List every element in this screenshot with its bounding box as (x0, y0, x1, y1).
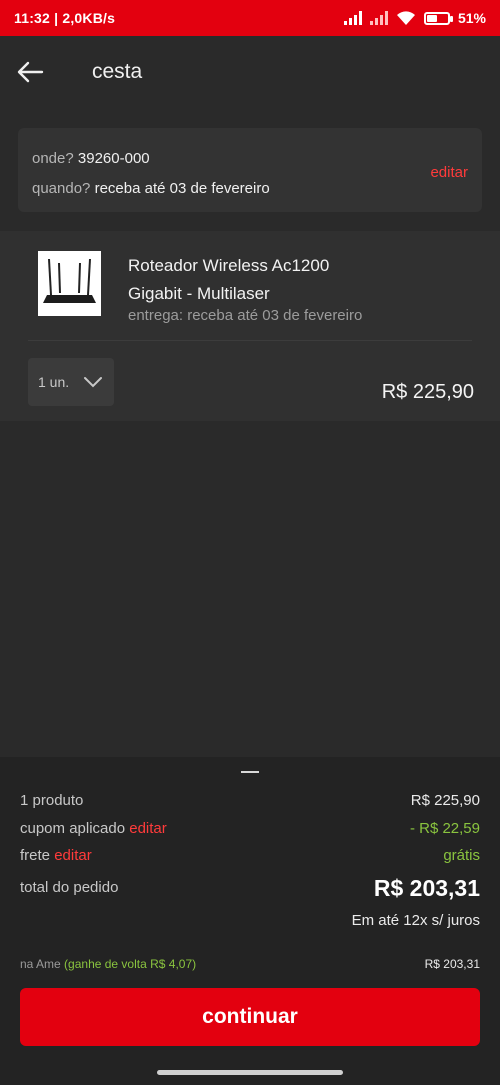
router-icon (38, 251, 101, 316)
product-image[interactable] (38, 251, 101, 316)
product-name-line2: Gigabit - Multilaser (128, 284, 270, 303)
products-count-label: 1 produto (20, 792, 84, 809)
coupon-discount: - R$ 22,59 (409, 820, 480, 837)
signal-icon (343, 11, 362, 25)
battery-fill (426, 14, 437, 22)
delivery-info-card: onde? 39260-000 quando? receba até 03 de… (18, 128, 482, 212)
product-name[interactable]: Roteador Wireless Ac1200 Gigabit - Multi… (128, 252, 428, 308)
delivery-when: quando? receba até 03 de fevereiro (32, 180, 270, 197)
signal-icon (369, 11, 388, 25)
battery-icon (423, 11, 453, 25)
delivery-where: onde? 39260-000 (32, 150, 150, 167)
network-speed: 2,0KB/s (62, 10, 116, 26)
products-subtotal: R$ 225,90 (410, 792, 480, 809)
edit-delivery-link[interactable]: editar (430, 164, 468, 181)
product-name-line1: Roteador Wireless Ac1200 (128, 256, 330, 275)
installments-info: Em até 12x s/ juros (351, 912, 480, 929)
where-value: 39260-000 (77, 150, 150, 167)
back-arrow-icon[interactable] (16, 60, 44, 84)
shipping-value: grátis (443, 847, 480, 864)
ame-label-group: na Ame (ganhe de volta R$ 4,07) (20, 957, 196, 971)
divider (28, 340, 472, 341)
quantity-select[interactable]: 1 un. (28, 358, 114, 406)
shipping-label: frete (20, 847, 51, 864)
chevron-down-icon (84, 377, 103, 388)
continue-button[interactable]: continuar (20, 988, 480, 1046)
edit-shipping-link[interactable]: editar (54, 847, 92, 864)
total-label: total do pedido (20, 879, 119, 896)
page-title: cesta (92, 60, 143, 83)
sheet-drag-handle[interactable] (241, 771, 259, 773)
order-summary-sheet: 1 produto R$ 225,90 cupom aplicado edita… (0, 757, 500, 1085)
ame-cashback: (ganhe de volta R$ 4,07) (64, 957, 197, 971)
status-time-speed: 11:32 | 2,0KB/s (14, 10, 116, 26)
ame-value: R$ 203,31 (424, 957, 480, 971)
status-icons: 51% (343, 10, 486, 26)
where-label: onde? (32, 150, 74, 167)
app-header: cesta (0, 36, 500, 110)
coupon-label-group: cupom aplicado editar (20, 820, 167, 837)
home-indicator[interactable] (157, 1070, 343, 1075)
battery-percent: 51% (457, 10, 486, 26)
when-value: receba até 03 de fevereiro (94, 180, 270, 197)
coupon-label: cupom aplicado (20, 820, 126, 837)
wifi-icon (396, 10, 415, 25)
product-price: R$ 225,90 (381, 381, 474, 403)
quantity-value: 1 un. (38, 374, 70, 390)
when-label: quando? (32, 180, 91, 197)
clock: 11:32 (14, 10, 51, 26)
order-total: R$ 203,31 (373, 875, 480, 901)
edit-coupon-link[interactable]: editar (129, 820, 167, 837)
status-bar: 11:32 | 2,0KB/s 51% (0, 0, 500, 36)
shipping-label-group: frete editar (20, 847, 92, 864)
ame-label: na Ame (20, 957, 61, 971)
product-delivery-estimate: entrega: receba até 03 de fevereiro (128, 307, 363, 324)
